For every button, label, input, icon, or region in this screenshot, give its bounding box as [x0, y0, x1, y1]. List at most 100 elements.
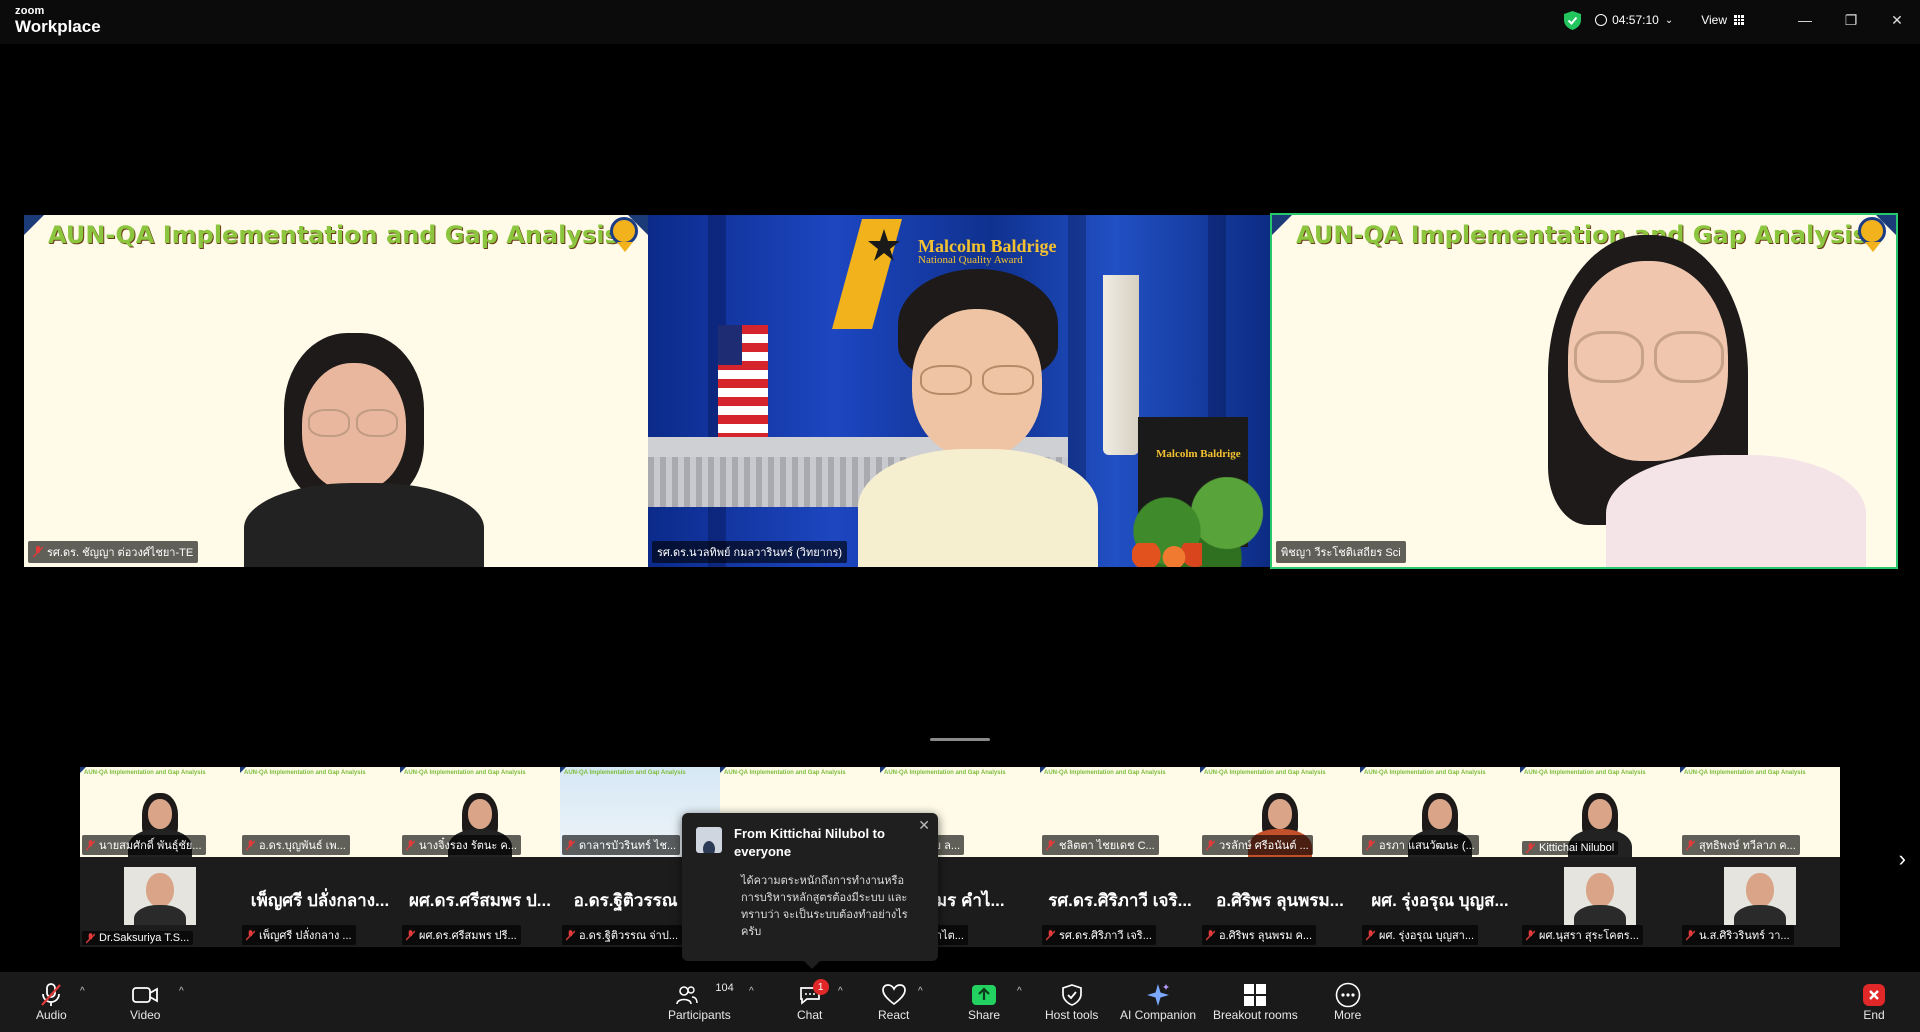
meeting-timer[interactable]: 04:57:10 ⌄ — [1595, 13, 1673, 27]
gallery-tile[interactable]: ผศ.นุสรา สุระโคตร... — [1520, 857, 1680, 947]
chat-notification-popup[interactable]: ✕ From Kittichai Nilubol to everyone ได้… — [682, 813, 938, 969]
participant-face — [468, 799, 492, 829]
participant-name-tag: Kittichai Nilubol — [1522, 841, 1619, 855]
share-label: Share — [968, 1008, 1001, 1022]
chat-button[interactable]: 1 Chat — [797, 979, 829, 1022]
participant-name: อรภา แสนวัฒนะ (... — [1379, 840, 1475, 852]
breakout-rooms-label: Breakout rooms — [1213, 1008, 1298, 1022]
participant-name: นางจิ๋งรอง รัตนะ ค... — [419, 840, 517, 852]
gallery-next-arrow-icon[interactable]: › — [1899, 846, 1906, 872]
shield-icon — [1061, 984, 1082, 1006]
heart-icon — [881, 984, 906, 1006]
participant-photo — [1724, 867, 1796, 925]
gallery-tile[interactable]: AUN-QA Implementation and Gap Analysis สุ… — [1680, 767, 1840, 857]
video-button[interactable]: Video — [130, 982, 160, 1022]
participant-name: รศ.ดร. ชัญญา ต่อวงศ์ไชยา-TE — [47, 547, 194, 559]
end-icon — [1863, 984, 1885, 1006]
slide-banner: AUN-QA Implementation and Gap Analysis — [1680, 767, 1840, 779]
audio-button[interactable]: Audio — [36, 982, 67, 1022]
video-camera-icon — [132, 987, 159, 1003]
participant-name-tag: ผศ.นุสรา สุระโคตร... — [1522, 925, 1643, 945]
mic-muted-icon — [1046, 929, 1055, 940]
share-options-caret[interactable]: ^ — [1017, 986, 1022, 997]
host-tools-button[interactable]: Host tools — [1045, 982, 1098, 1022]
more-icon — [1335, 982, 1360, 1008]
gallery-tile[interactable]: AUN-QA Implementation and Gap Analysis นา… — [400, 767, 560, 857]
video-options-caret[interactable]: ^ — [179, 986, 184, 997]
gallery-tile[interactable]: รศ.ดร.ศิริภาวี เจริ... รศ.ดร.ศิริภาวี เจร… — [1040, 857, 1200, 947]
participant-name-tag: พิชญา วีระโชติเสถียร Sci — [1276, 541, 1406, 563]
participant-name-tag: สุทธิพงษ์ ทวีลาภ ค... — [1682, 835, 1800, 855]
minimize-button[interactable]: — — [1782, 0, 1828, 40]
gallery-tile[interactable]: Dr.Saksuriya T.S... — [80, 857, 240, 947]
participant-face — [148, 799, 172, 829]
video-tile-speaker-2[interactable]: Malcolm Baldrige National Quality Award … — [648, 215, 1272, 567]
participants-label: Participants — [668, 1008, 731, 1022]
participant-name: พิชญา วีระโชติเสถียร Sci — [1281, 547, 1401, 559]
breakout-rooms-button[interactable]: Breakout rooms — [1213, 982, 1298, 1022]
chat-unread-badge: 1 — [812, 979, 829, 995]
video-tile-speaker-3[interactable]: AUN-QA Implementation and Gap Analysis พ… — [1270, 213, 1898, 569]
gallery-tile[interactable]: AUN-QA Implementation and Gap Analysis นา… — [80, 767, 240, 857]
chat-sender: From Kittichai Nilubol to everyone — [734, 826, 885, 859]
participant-display-name: เพ็ญศรี ปลั่งกลาง... — [250, 891, 390, 910]
gallery-tile[interactable]: ผศ. รุ่งอรุณ บุญส... ผศ. รุ่งอรุณ บุญสา..… — [1360, 857, 1520, 947]
mic-muted-icon — [1366, 929, 1375, 940]
gallery-tile[interactable]: อ.ศิริพร ลุนพรม... อ.ศิริพร ลุนพรม ค... — [1200, 857, 1360, 947]
ai-companion-button[interactable]: AI Companion — [1120, 982, 1196, 1022]
gallery-tile[interactable]: ผศ.ดร.ศรีสมพร ป... ผศ.ดร.ศรีสมพร ปรี... — [400, 857, 560, 947]
participant-name-tag: รศ.ดร. ชัญญา ต่อวงศ์ไชยา-TE — [28, 541, 199, 563]
corner-decoration — [24, 215, 44, 235]
participants-icon — [676, 986, 699, 1005]
gallery-tile[interactable]: AUN-QA Implementation and Gap Analysis อ.… — [240, 767, 400, 857]
security-shield-icon[interactable] — [1564, 10, 1582, 30]
participant-name: Dr.Saksuriya T.S... — [99, 932, 190, 944]
gallery-tile[interactable]: AUN-QA Implementation and Gap Analysis Ki… — [1520, 767, 1680, 857]
slide-banner: AUN-QA Implementation and Gap Analysis — [240, 767, 400, 779]
close-icon[interactable]: ✕ — [918, 817, 930, 834]
gallery-tile[interactable]: เพ็ญศรี ปลั่งกลาง... เพ็ญศรี ปลั่งกลาง ..… — [240, 857, 400, 947]
share-button[interactable]: Share — [968, 982, 1000, 1022]
audio-options-caret[interactable]: ^ — [80, 986, 85, 997]
participant-name-tag: อรภา แสนวัฒนะ (... — [1362, 835, 1479, 855]
mic-muted-icon — [41, 983, 62, 1006]
slide-banner: AUN-QA Implementation and Gap Analysis — [720, 767, 880, 779]
view-label: View — [1701, 13, 1727, 27]
mic-muted-icon — [406, 839, 415, 850]
restore-button[interactable]: ❐ — [1828, 0, 1874, 40]
mic-muted-icon — [1206, 839, 1215, 850]
participant-name-tag: นางจิ๋งรอง รัตนะ ค... — [402, 835, 521, 855]
participants-button[interactable]: 104 Participants — [668, 982, 734, 1022]
mic-muted-icon — [1366, 839, 1375, 850]
more-button[interactable]: More — [1334, 982, 1361, 1022]
view-button[interactable]: View — [1701, 13, 1744, 27]
chat-options-caret[interactable]: ^ — [838, 986, 843, 997]
slide-banner: AUN-QA Implementation and Gap Analysis — [1520, 767, 1680, 779]
react-button[interactable]: React — [878, 982, 909, 1022]
timer-text: 04:57:10 — [1612, 13, 1659, 27]
chevron-down-icon: ⌄ — [1664, 14, 1674, 26]
end-meeting-button[interactable]: End — [1862, 982, 1886, 1022]
gallery-tile[interactable]: AUN-QA Implementation and Gap Analysis อร… — [1360, 767, 1520, 857]
gallery-tile[interactable]: AUN-QA Implementation and Gap Analysis ชล… — [1040, 767, 1200, 857]
react-options-caret[interactable]: ^ — [918, 986, 923, 997]
participant-name-tag: ผศ.ดร.ศรีสมพร ปรี... — [402, 925, 521, 945]
gallery-tile[interactable]: AUN-QA Implementation and Gap Analysis วร… — [1200, 767, 1360, 857]
close-window-button[interactable]: ✕ — [1874, 0, 1920, 40]
slide-banner: AUN-QA Implementation and Gap Analysis — [1040, 767, 1200, 779]
gallery-resize-handle[interactable] — [930, 738, 990, 741]
participant-display-name: ผศ.ดร.ศรีสมพร ป... — [409, 891, 551, 910]
participant-name-tag: นายสมศักดิ์ พันธุ์ชัย... — [82, 835, 206, 855]
logo-subtext: National Quality Award — [918, 254, 1023, 266]
participant-name: รศ.ดร.นวลทิพย์ กมลวารินทร์ (วิทยากร) — [657, 547, 843, 559]
participants-options-caret[interactable]: ^ — [749, 986, 754, 997]
chat-message: ได้ความตระหนักถึงการทำงานหรือการบริหารหล… — [741, 875, 908, 938]
mic-muted-icon — [86, 839, 95, 850]
mic-muted-icon — [566, 839, 575, 850]
university-seal-icon — [610, 217, 640, 253]
participant-name: รศ.ดร.ศิริภาวี เจริ... — [1059, 930, 1152, 942]
participant-video — [1496, 235, 1876, 567]
gallery-tile[interactable]: น.ส.ศิริวรินทร์ วา... — [1680, 857, 1840, 947]
video-tile-speaker-1[interactable]: AUN-QA Implementation and Gap Analysis ร… — [24, 215, 648, 567]
gallery-strip: AUN-QA Implementation and Gap Analysis นา… — [80, 767, 1840, 947]
